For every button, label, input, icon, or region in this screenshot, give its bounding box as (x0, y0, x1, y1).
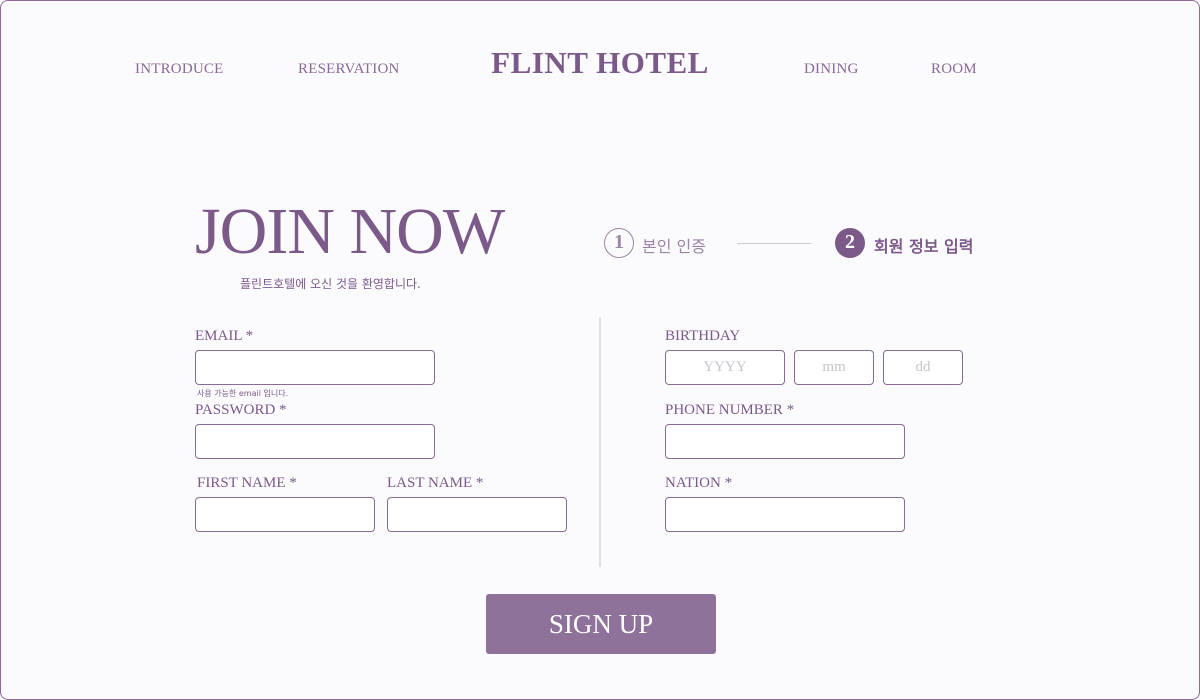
last-name-input[interactable] (387, 497, 567, 532)
step-1-label: 본인 인증 (642, 237, 706, 256)
email-label: EMAIL * (195, 328, 254, 344)
birthday-year-input[interactable] (665, 350, 785, 385)
first-name-label: FIRST NAME * (197, 475, 297, 491)
phone-label: PHONE NUMBER * (665, 402, 795, 418)
sign-up-button[interactable]: SIGN UP (486, 594, 716, 654)
nation-input[interactable] (665, 497, 905, 532)
step-connector (737, 243, 811, 244)
step-2-label: 회원 정보 입력 (874, 237, 974, 256)
last-name-label: LAST NAME * (387, 475, 484, 491)
birthday-month-input[interactable] (794, 350, 874, 385)
column-divider (599, 317, 601, 567)
signup-page: INTRODUCE RESERVATION FLINT HOTEL DINING… (0, 0, 1200, 700)
email-hint: 사용 가능한 email 입니다. (197, 389, 289, 398)
brand-logo[interactable]: FLINT HOTEL (1, 45, 1199, 81)
step-2-number: 2 (835, 228, 865, 258)
password-input[interactable] (195, 424, 435, 459)
step-1-number: 1 (604, 228, 634, 258)
page-subtitle: 플린트호텔에 오신 것을 환영합니다. (240, 277, 421, 291)
email-input[interactable] (195, 350, 435, 385)
nav-room[interactable]: ROOM (931, 61, 977, 78)
birthday-label: BIRTHDAY (665, 328, 741, 344)
first-name-input[interactable] (195, 497, 375, 532)
phone-input[interactable] (665, 424, 905, 459)
nav-dining[interactable]: DINING (804, 61, 859, 78)
birthday-day-input[interactable] (883, 350, 963, 385)
password-label: PASSWORD * (195, 402, 287, 418)
nation-label: NATION * (665, 475, 733, 491)
page-title: JOIN NOW (195, 195, 505, 268)
